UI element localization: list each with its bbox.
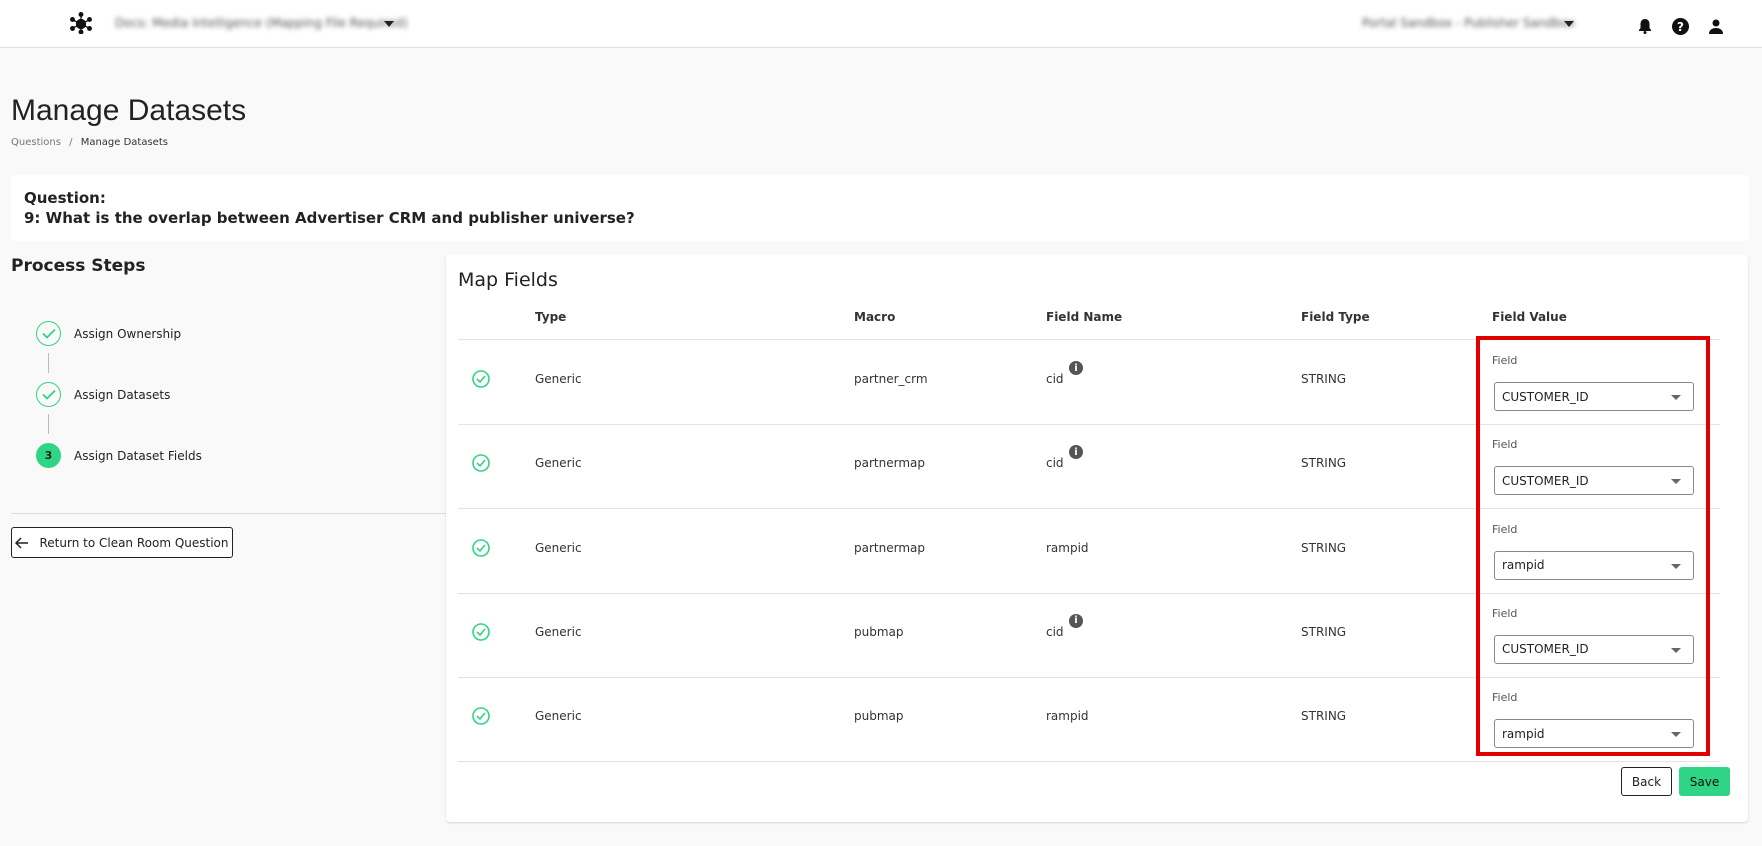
map-fields-title: Map Fields xyxy=(458,269,558,291)
highlight-box xyxy=(1476,336,1710,756)
macro-cell: pubmap xyxy=(854,624,904,639)
check-circle-icon xyxy=(472,707,490,725)
user-icon[interactable] xyxy=(1708,19,1724,34)
breadcrumb-separator: / xyxy=(69,137,73,148)
question-label: Question: xyxy=(24,189,106,207)
field-name-cell: rampid xyxy=(1046,709,1089,724)
question-text: 9: What is the overlap between Advertise… xyxy=(24,209,635,227)
breadcrumb-questions[interactable]: Questions xyxy=(11,137,61,148)
macro-cell: partnermap xyxy=(854,456,925,471)
org-dropdown-caret-icon[interactable] xyxy=(1564,21,1574,27)
info-icon[interactable]: i xyxy=(1069,613,1083,628)
arrow-left-icon xyxy=(15,536,29,549)
breadcrumb: Questions / Manage Datasets xyxy=(11,137,168,148)
question-card: Question: 9: What is the overlap between… xyxy=(11,175,1749,241)
step-assign-ownership: Assign Ownership xyxy=(36,321,202,346)
field-name-cell: cid xyxy=(1046,624,1064,639)
type-cell: Generic xyxy=(535,456,582,471)
check-icon xyxy=(36,321,61,346)
type-cell: Generic xyxy=(535,540,582,555)
column-header: Field Name xyxy=(1046,310,1123,324)
save-button[interactable]: Save xyxy=(1679,767,1730,796)
step-label: Assign Datasets xyxy=(74,387,171,402)
check-circle-icon xyxy=(472,538,490,557)
step-assign-datasets: Assign Datasets xyxy=(36,382,202,407)
field-type-cell: STRING xyxy=(1301,540,1347,555)
help-icon[interactable]: ? xyxy=(1672,18,1689,35)
step-number: 3 xyxy=(36,443,61,468)
column-header: Field Value xyxy=(1492,310,1567,324)
project-title[interactable]: Docs: Media Intelligence (Mapping File R… xyxy=(115,16,408,30)
back-button[interactable]: Back xyxy=(1621,767,1672,796)
process-steps: Assign Ownership Assign Datasets 3 Assig… xyxy=(36,321,202,468)
step-label: Assign Ownership xyxy=(74,326,182,341)
org-selector[interactable]: Portal Sandbox - Publisher Sandbox xyxy=(1362,16,1575,30)
return-label: Return to Clean Room Question xyxy=(39,535,229,550)
column-header: Type xyxy=(535,310,567,324)
return-to-question-button[interactable]: Return to Clean Room Question xyxy=(11,527,233,558)
check-icon xyxy=(36,382,61,407)
column-header: Field Type xyxy=(1301,310,1370,324)
type-cell: Generic xyxy=(535,624,582,639)
type-cell: Generic xyxy=(535,709,582,724)
info-icon[interactable]: i xyxy=(1069,361,1083,375)
field-type-cell: STRING xyxy=(1301,709,1347,724)
step-connector xyxy=(48,353,49,373)
project-dropdown-caret-icon[interactable] xyxy=(384,21,394,27)
step-label: Assign Dataset Fields xyxy=(74,448,202,463)
check-circle-icon xyxy=(472,454,490,473)
logo-icon[interactable] xyxy=(70,12,92,34)
step-assign-dataset-fields: 3 Assign Dataset Fields xyxy=(36,443,202,468)
process-steps-title: Process Steps xyxy=(11,256,146,276)
macro-cell: partner_crm xyxy=(854,372,928,386)
step-connector xyxy=(48,414,49,434)
macro-cell: partnermap xyxy=(854,540,925,555)
field-name-cell: cid xyxy=(1046,456,1064,471)
bell-icon[interactable] xyxy=(1638,18,1652,34)
top-bar: Docs: Media Intelligence (Mapping File R… xyxy=(0,0,1762,48)
page-title: Manage Datasets xyxy=(11,94,247,127)
type-cell: Generic xyxy=(535,372,582,386)
check-circle-icon xyxy=(472,623,490,641)
column-header: Macro xyxy=(854,310,896,324)
field-name-cell: cid xyxy=(1046,372,1064,386)
row-divider xyxy=(458,761,1720,763)
field-type-cell: STRING xyxy=(1301,624,1347,639)
breadcrumb-current: Manage Datasets xyxy=(80,137,168,148)
field-type-cell: STRING xyxy=(1301,456,1347,471)
field-name-cell: rampid xyxy=(1046,540,1089,555)
field-type-cell: STRING xyxy=(1301,372,1347,386)
check-circle-icon xyxy=(472,370,490,388)
macro-cell: pubmap xyxy=(854,709,904,724)
divider xyxy=(11,513,446,514)
